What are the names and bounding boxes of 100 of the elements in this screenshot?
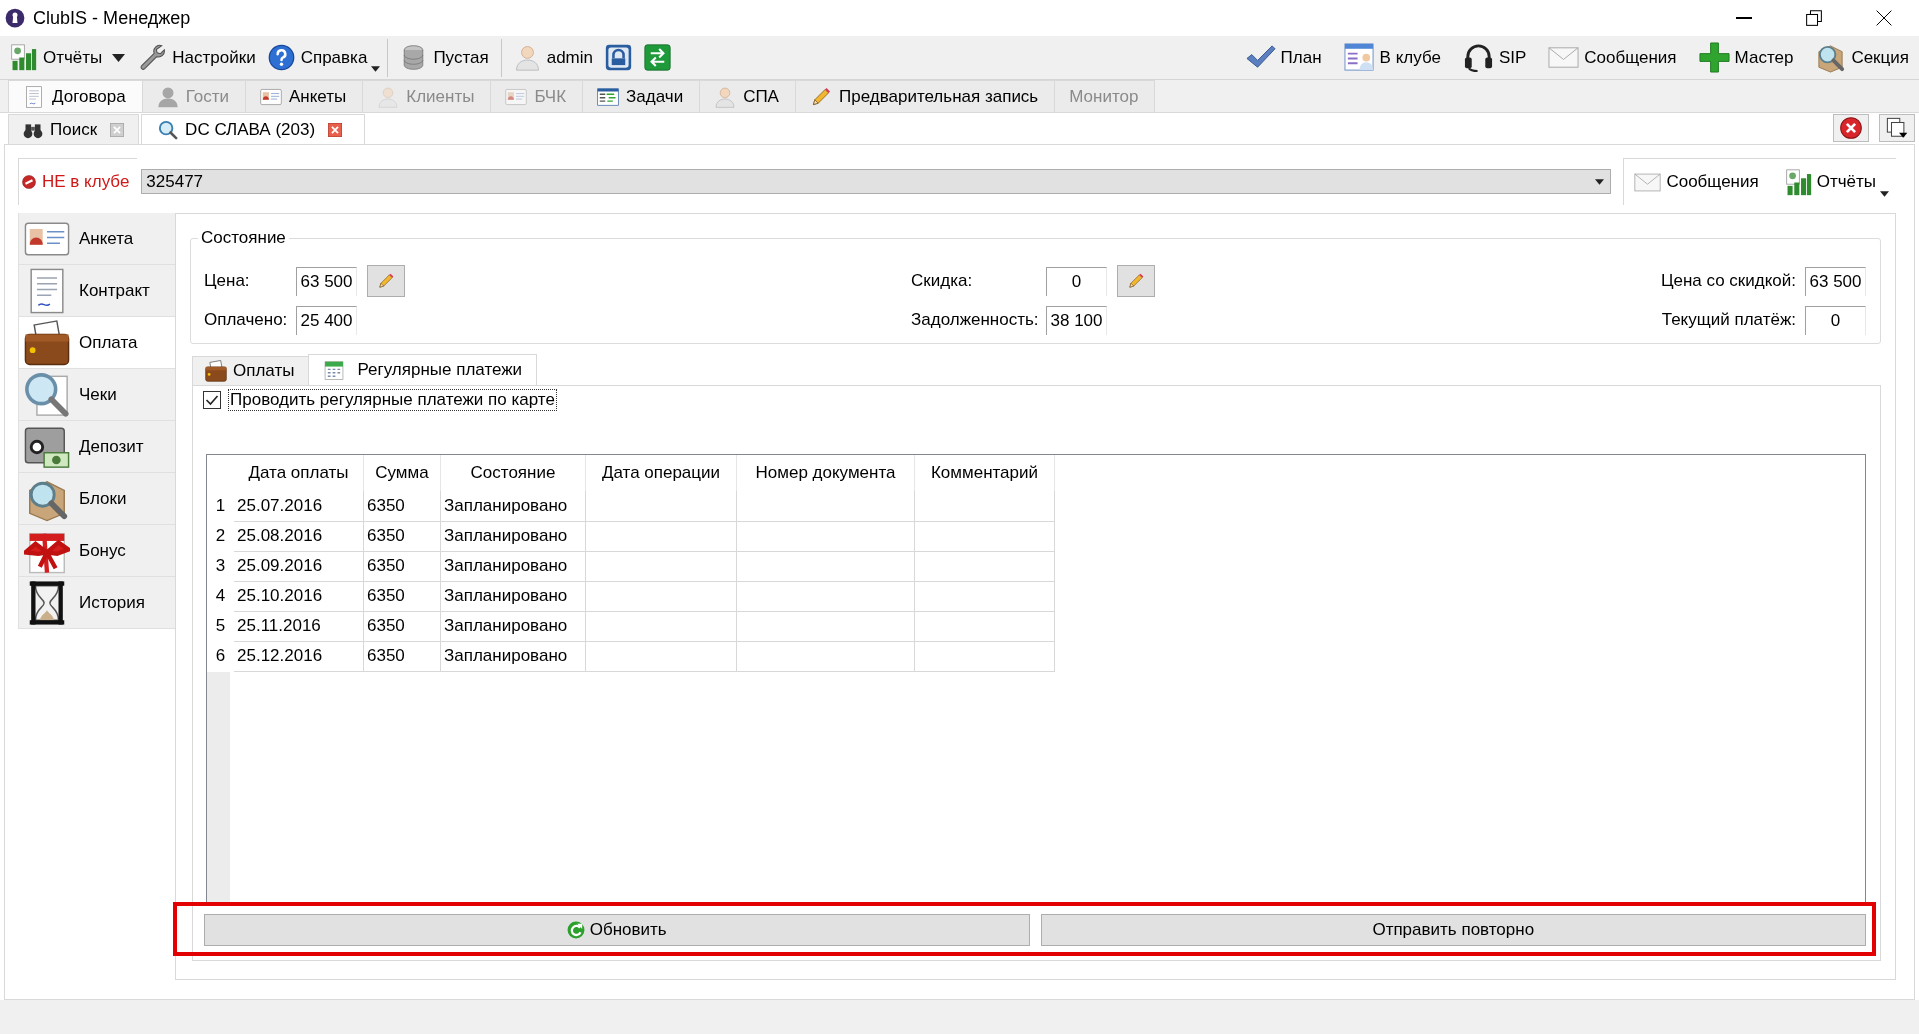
arrows-icon <box>644 44 671 71</box>
page-magnifier-icon <box>24 371 70 418</box>
lock-icon <box>605 44 632 71</box>
client-status: НЕ в клубе <box>42 172 130 192</box>
toolbar-button[interactable]: Отчёты <box>1780 162 1890 202</box>
table-cell: 6350 <box>363 641 441 671</box>
sidebar-item[interactable]: История <box>18 577 175 629</box>
toolbar-button[interactable]: Секция <box>1809 38 1915 77</box>
sidebar-item[interactable]: Чеки <box>18 369 175 421</box>
magnifier-icon <box>158 119 179 140</box>
column-header[interactable]: Дата оплаты <box>234 455 364 491</box>
value-field: 0 <box>1805 305 1866 335</box>
tab[interactable]: Предварительная запись <box>794 80 1056 112</box>
field-label: Цена: <box>204 271 251 291</box>
window-title: ClubIS - Менеджер <box>33 7 192 29</box>
bar-chart-icon <box>10 44 37 71</box>
table-cell: 25.10.2016 <box>234 581 364 611</box>
action-button[interactable]: Отправить повторно <box>1040 914 1866 946</box>
card-number-combobox[interactable]: 325477 <box>141 169 1612 194</box>
tab[interactable]: Задачи <box>582 80 701 112</box>
sidebar-item[interactable]: Бонус <box>18 525 175 577</box>
box-magnifier-icon <box>1815 42 1847 73</box>
sidebar-item[interactable]: Блоки <box>18 473 175 525</box>
table-cell: 6350 <box>363 491 441 521</box>
app-logo-icon <box>5 8 25 28</box>
document-tab[interactable]: DC СЛАВА (203) <box>141 114 366 144</box>
close-icon[interactable] <box>328 122 343 137</box>
sidebar-item[interactable]: Анкета <box>18 213 175 265</box>
column-header[interactable]: Комментарий <box>914 455 1055 491</box>
document-icon <box>23 85 45 108</box>
caret-icon <box>112 53 126 62</box>
table-cell: 25.09.2016 <box>234 551 364 581</box>
toolbar-button[interactable]: SIP <box>1456 38 1533 77</box>
tab[interactable]: Договора <box>8 80 143 112</box>
row-number: 3 <box>207 551 234 581</box>
table-cell: Запланировано <box>440 641 586 671</box>
toolbar-button[interactable]: План <box>1238 38 1328 77</box>
toolbar-button[interactable]: Сообщения <box>1630 162 1773 202</box>
action-button[interactable]: Обновить <box>204 914 1030 946</box>
tab[interactable]: Анкеты <box>244 80 364 112</box>
row-number: 4 <box>207 581 234 611</box>
table-cell: Запланировано <box>440 521 586 551</box>
row-number: 1 <box>207 491 234 521</box>
sidebar-item[interactable]: Контракт <box>18 265 175 317</box>
table-cell: 25.08.2016 <box>234 521 364 551</box>
column-header[interactable]: Сумма <box>363 455 441 491</box>
row-number: 2 <box>207 521 234 551</box>
toolbar-button[interactable]: Мастер <box>1692 38 1800 77</box>
toolbar-button[interactable]: Справка <box>261 38 382 77</box>
column-header[interactable]: Дата операции <box>585 455 737 491</box>
sidebar-item[interactable]: Депозит <box>18 421 175 473</box>
table-cell: 25.07.2016 <box>234 491 364 521</box>
value-field: 38 100 <box>1046 305 1107 335</box>
bar-chart-icon <box>1784 168 1812 196</box>
tab[interactable]: Регулярные платежи <box>308 354 538 385</box>
caret-icon <box>1595 178 1605 185</box>
person-list-icon <box>1343 42 1375 73</box>
table-cell: 6350 <box>363 551 441 581</box>
value-field: 0 <box>1046 266 1107 296</box>
document-tab[interactable]: Поиск <box>8 114 140 144</box>
wallet-icon <box>24 319 70 366</box>
sidebar-item[interactable]: Оплата <box>18 317 175 369</box>
toolbar-button[interactable]: Отчёты <box>4 38 109 77</box>
tab[interactable]: Оплаты <box>192 356 310 385</box>
task-list-icon <box>597 85 620 108</box>
user-button[interactable]: admin <box>507 38 599 77</box>
caret-icon <box>1880 191 1889 197</box>
window-list-icon <box>1886 116 1908 139</box>
refresh-icon <box>566 921 585 939</box>
tab[interactable]: СПА <box>699 80 796 112</box>
table-cell: 6350 <box>363 611 441 641</box>
plus-icon <box>1698 42 1730 73</box>
window-list-button[interactable] <box>1879 113 1915 142</box>
person-icon <box>714 85 737 108</box>
table-cell: Запланировано <box>440 551 586 581</box>
column-header[interactable]: Состояние <box>440 455 586 491</box>
close-icon <box>1840 116 1862 139</box>
toolbar-button[interactable]: В клубе <box>1337 38 1447 77</box>
person-icon <box>156 85 179 108</box>
value-field: 63 500 <box>296 266 357 296</box>
column-header[interactable]: Номер документа <box>736 455 915 491</box>
table-cell: 6350 <box>363 521 441 551</box>
checkbox[interactable] <box>203 391 221 409</box>
close-tab-button[interactable] <box>1833 113 1869 142</box>
no-entry-icon <box>22 175 36 189</box>
toolbar-button[interactable]: Сообщения <box>1542 38 1683 77</box>
value-field: 63 500 <box>1805 266 1866 296</box>
checkbox-label: Проводить регулярные платежи по карте <box>228 389 557 411</box>
pencil-icon <box>377 272 395 290</box>
restore-icon <box>1806 10 1822 26</box>
toolbar-button[interactable]: Настройки <box>133 38 262 77</box>
toolbar-button[interactable]: Пустая <box>394 38 495 77</box>
close-icon <box>1876 10 1892 26</box>
field-label: Задолженность: <box>911 310 1040 330</box>
field-label: Цена со скидкой: <box>1660 271 1797 291</box>
row-number: 5 <box>207 611 234 641</box>
field-label: Скидка: <box>911 271 974 291</box>
field-label: Оплачено: <box>204 310 289 330</box>
minimize-icon <box>1736 17 1752 19</box>
table-cell: Запланировано <box>440 491 586 521</box>
